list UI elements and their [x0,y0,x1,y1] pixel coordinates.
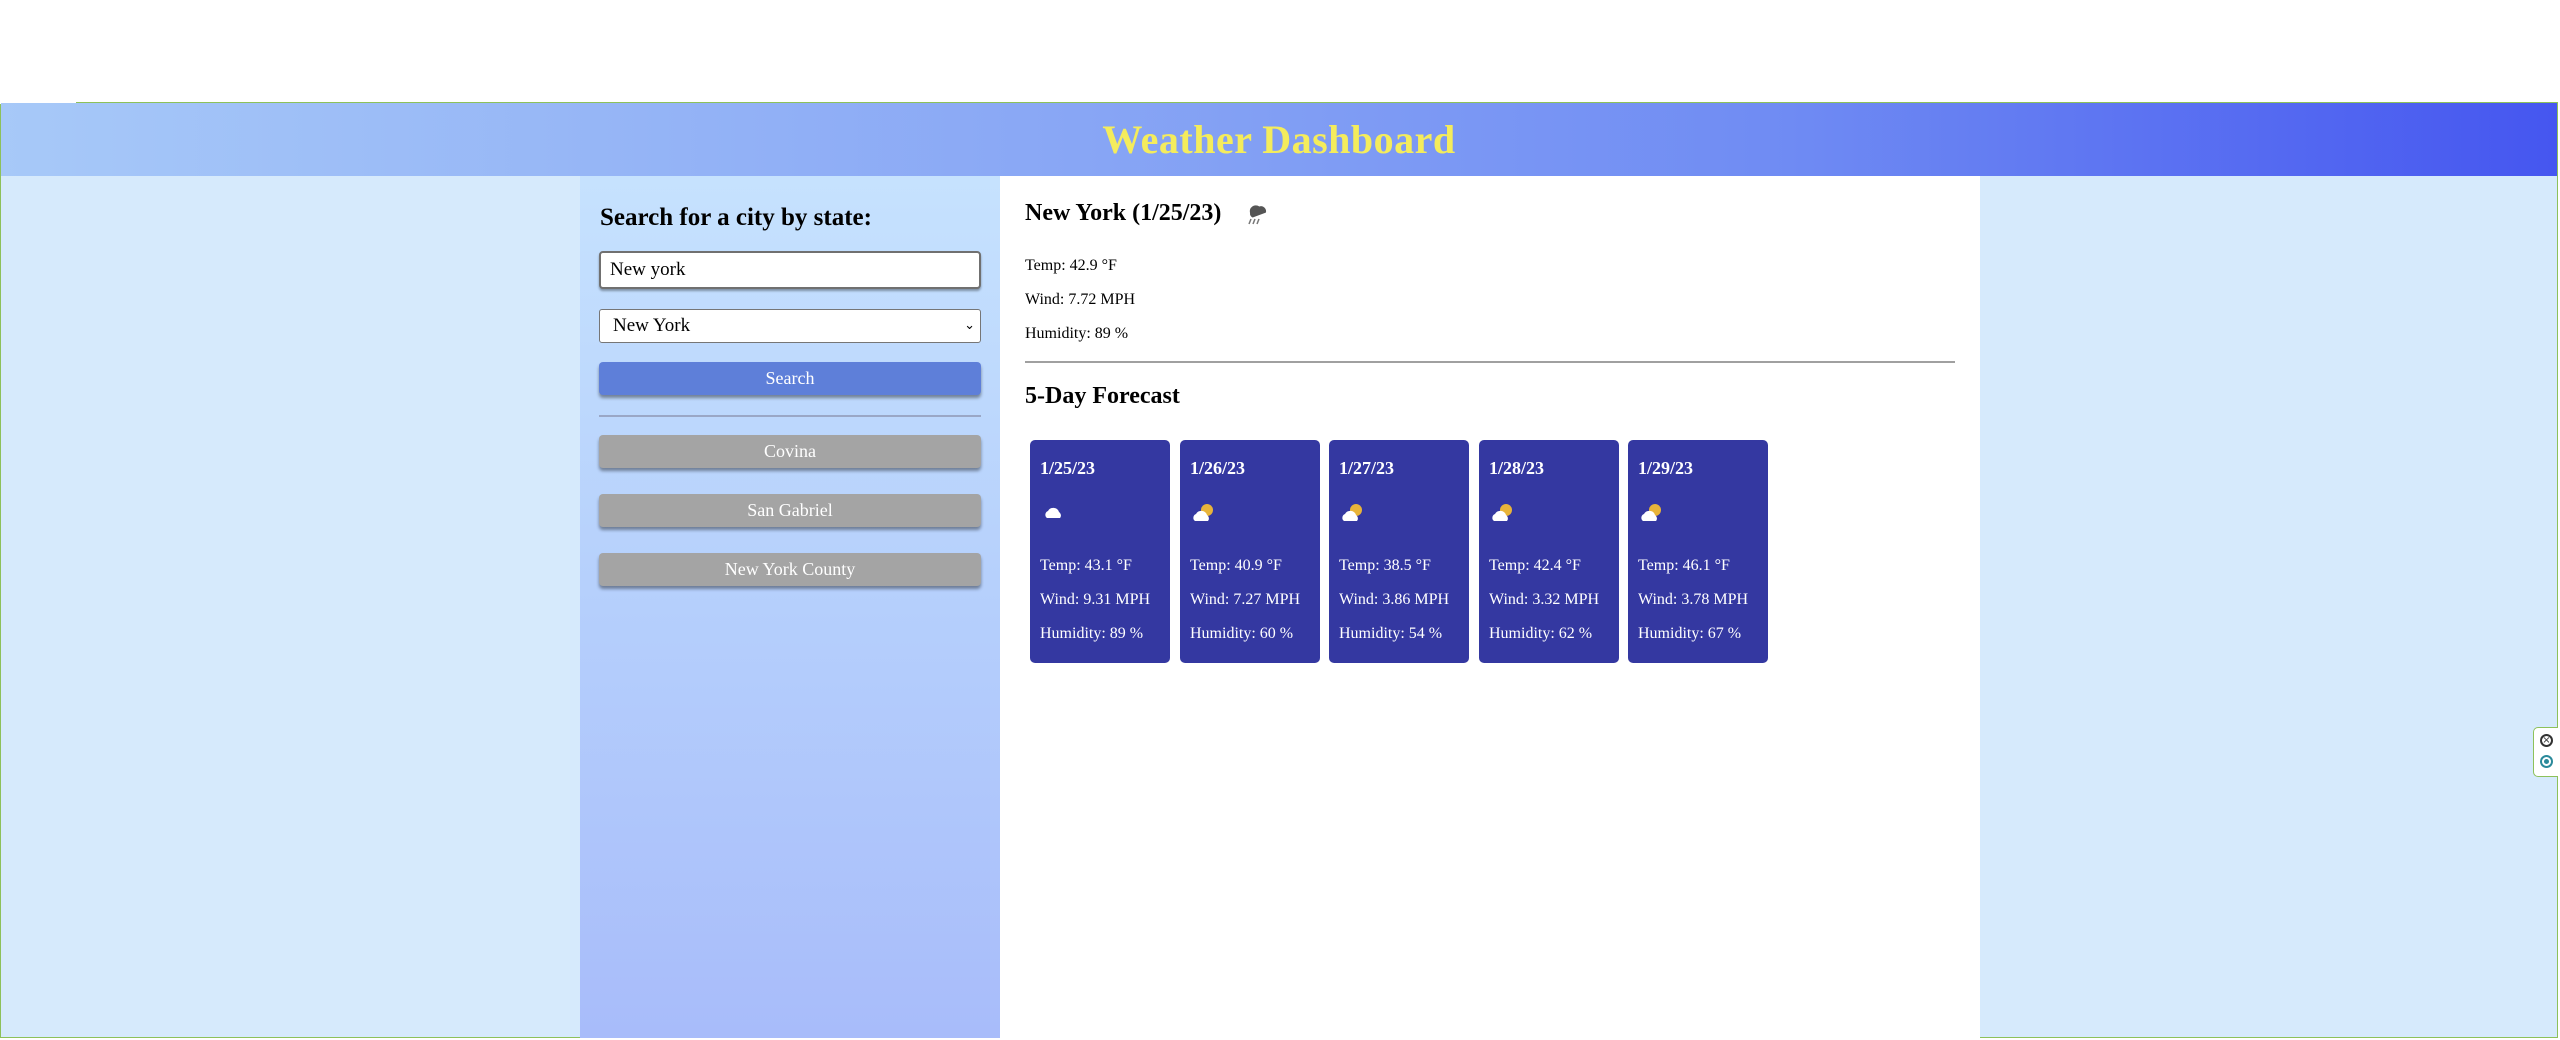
section-divider [1025,361,1955,363]
forecast-date: 1/27/23 [1339,458,1395,478]
target-icon[interactable] [2540,755,2553,768]
forecast-humidity: Humidity: 67 % [1638,625,1742,642]
current-wind: Wind: 7.72 MPH [1025,291,1136,308]
forecast-humidity: Humidity: 62 % [1489,625,1593,642]
weather-main: New York (1/25/23) Temp: 42.9 °F Wind: 7… [1000,176,1980,1038]
forecast-wind: Wind: 7.27 MPH [1190,591,1301,608]
forecast-humidity: Humidity: 60 % [1190,625,1294,642]
search-heading: Search for a city by state: [600,204,872,231]
forecast-date: 1/26/23 [1190,458,1246,478]
forecast-temp: Temp: 42.4 °F [1489,557,1581,574]
page-title: Weather Dashboard [1102,117,1456,162]
chevron-down-icon: ⌄ [964,318,975,333]
forecast-wind: Wind: 9.31 MPH [1040,591,1151,608]
state-select-value: New York [613,315,691,336]
cloud-icon [1045,507,1061,518]
search-button[interactable]: Search [599,362,981,395]
forecast-temp: Temp: 46.1 °F [1638,557,1730,574]
forecast-card: 1/25/23 Temp: 43.1 °F Wind: 9.31 MPH Hum… [1030,440,1170,663]
floating-widget: × [2533,727,2558,777]
history-button-new-york-county[interactable]: New York County [599,553,981,586]
current-city-date: New York (1/25/23) [1025,199,1222,226]
current-temp: Temp: 42.9 °F [1025,257,1117,274]
forecast-humidity: Humidity: 89 % [1040,625,1144,642]
partly-cloudy-icon [1641,504,1661,521]
close-icon[interactable]: × [2540,734,2553,747]
forecast-humidity: Humidity: 54 % [1339,625,1443,642]
history-button-covina[interactable]: Covina [599,435,981,468]
forecast-date: 1/28/23 [1489,458,1545,478]
forecast-wind: Wind: 3.32 MPH [1489,591,1600,608]
state-select[interactable]: New York ⌄ [599,309,981,343]
history-button-san-gabriel[interactable]: San Gabriel [599,494,981,527]
partly-cloudy-icon [1342,504,1362,521]
forecast-date: 1/29/23 [1638,458,1694,478]
forecast-title: 5-Day Forecast [1025,383,1180,409]
app-header: Weather Dashboard [1,103,2557,176]
forecast-temp: Temp: 38.5 °F [1339,557,1431,574]
current-weather-title: New York (1/25/23) [1025,198,1271,228]
forecast-card: 1/29/23 Temp: 46.1 °F Wind: 3.78 MPH Hum… [1628,440,1768,663]
forecast-card: 1/26/23 Temp: 40.9 °F Wind: 7.27 MPH Hum… [1180,440,1320,663]
forecast-wind: Wind: 3.86 MPH [1339,591,1450,608]
forecast-card: 1/27/23 Temp: 38.5 °F Wind: 3.86 MPH Hum… [1329,440,1469,663]
sidebar-divider [599,415,981,417]
current-humidity: Humidity: 89 % [1025,325,1129,342]
partly-cloudy-icon [1492,504,1512,521]
city-search-input[interactable]: New york [599,251,981,289]
forecast-wind: Wind: 3.78 MPH [1638,591,1749,608]
partly-cloudy-icon [1193,504,1213,521]
forecast-date: 1/25/23 [1040,458,1096,478]
rain-cloud-icon [1248,205,1267,225]
forecast-card: 1/28/23 Temp: 42.4 °F Wind: 3.32 MPH Hum… [1479,440,1619,663]
forecast-temp: Temp: 40.9 °F [1190,557,1282,574]
forecast-temp: Temp: 43.1 °F [1040,557,1132,574]
search-sidebar: Search for a city by state: New york New… [580,176,1000,1038]
